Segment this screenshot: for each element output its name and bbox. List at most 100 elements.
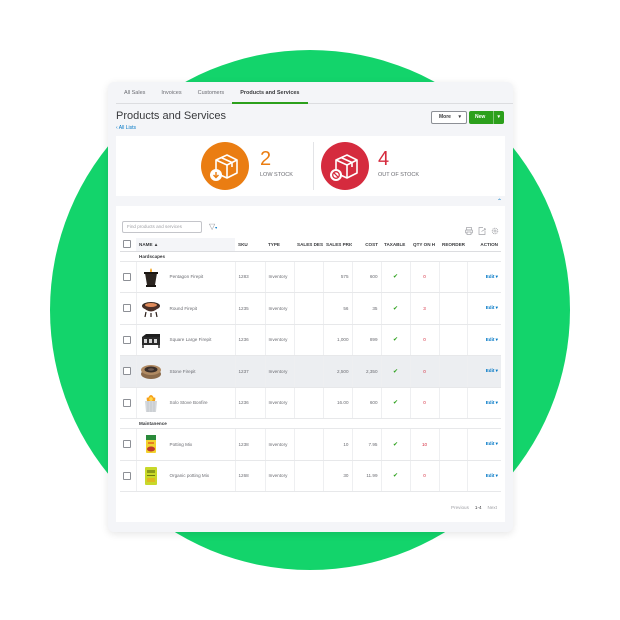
sales-price: 10 [322, 428, 352, 461]
low-stock-count[interactable]: 2 [260, 148, 271, 171]
tab-all-sales[interactable]: All Sales [116, 82, 153, 103]
next-page-link[interactable]: Next [488, 505, 497, 510]
checkmark-icon: ✔ [392, 400, 399, 407]
reorder-point [438, 428, 467, 461]
sku: 1236 [234, 324, 265, 356]
settings-gear-icon[interactable] [491, 222, 499, 235]
sales-price: 2,500 [322, 355, 352, 388]
qty-on-hand: 0 [423, 473, 426, 479]
table-header: NAME ▲ SKU TYPE SALES DES SALES PRIC COS… [120, 238, 501, 252]
search-input[interactable]: Find products and services [122, 221, 202, 233]
caret-down-icon: ▾ [458, 114, 461, 120]
sales-price: 30 [322, 460, 352, 492]
table-row[interactable]: Pentagon Firepit 1283 Inventory 575 600 … [120, 261, 501, 293]
reorder-point [438, 460, 467, 492]
product-name[interactable]: Square Large Firepit [170, 337, 212, 342]
product-name[interactable]: Solo Stove Bonfire [170, 400, 208, 405]
col-taxable[interactable]: TAXABLE [381, 238, 410, 252]
col-name[interactable]: NAME ▲ [136, 238, 235, 252]
edit-dropdown-button[interactable]: Edit ▾ [486, 400, 498, 405]
col-sales-desc[interactable]: SALES DES [294, 238, 323, 252]
product-name[interactable]: Stone Firepit [170, 369, 196, 374]
row-checkbox[interactable] [120, 387, 136, 419]
previous-page-link[interactable]: Previous [451, 505, 469, 510]
col-qty-on-hand[interactable]: QTY ON H [410, 238, 439, 252]
new-button[interactable]: New ▾ [469, 111, 504, 124]
product-name[interactable]: Round Firepit [170, 306, 198, 311]
row-checkbox[interactable] [120, 324, 136, 356]
reorder-point [438, 261, 467, 293]
row-checkbox[interactable] [120, 460, 136, 492]
edit-dropdown-button[interactable]: Edit ▾ [486, 473, 498, 478]
out-of-stock-label: OUT OF STOCK [378, 172, 420, 178]
type: Inventory [264, 460, 294, 492]
tab-invoices[interactable]: Invoices [153, 82, 189, 103]
row-checkbox[interactable] [120, 261, 136, 293]
edit-dropdown-button[interactable]: Edit ▾ [486, 368, 498, 373]
group-row: Maintanence [120, 418, 501, 429]
print-icon[interactable] [465, 222, 473, 235]
table-row[interactable]: Round Firepit 1235 Inventory 56 35 ✔ 3 E… [120, 292, 501, 325]
select-all-checkbox[interactable] [120, 238, 136, 252]
edit-dropdown-button[interactable]: Edit ▾ [486, 441, 498, 446]
pagination: Previous 1-4 Next [451, 505, 497, 510]
table-row[interactable]: Organic potting Mix 1268 Inventory 30 11… [120, 460, 501, 492]
table-row[interactable]: Stone Firepit 1237 Inventory 2,500 2,350… [120, 355, 501, 388]
col-type[interactable]: TYPE [265, 238, 294, 252]
reorder-point [438, 387, 467, 419]
stock-summary: 2 LOW STOCK 4 OUT OF STOCK [116, 136, 505, 196]
col-sku[interactable]: SKU [235, 238, 265, 252]
type: Inventory [264, 261, 294, 293]
collapse-caret-icon[interactable]: ⌃ [497, 198, 502, 205]
table-row[interactable]: Square Large Firepit 1236 Inventory 1,00… [120, 324, 501, 356]
sales-description [293, 324, 323, 356]
col-reorder[interactable]: REORDER [439, 238, 467, 252]
qty-on-hand: 3 [423, 305, 426, 311]
qty-on-hand: 0 [423, 368, 426, 374]
tab-customers[interactable]: Customers [190, 82, 233, 103]
col-sales-price[interactable]: SALES PRIC [323, 238, 352, 252]
col-action: ACTION [467, 238, 501, 252]
col-cost[interactable]: COST [352, 238, 381, 252]
cost: 600 [351, 387, 381, 419]
sales-price: 1,000 [322, 324, 352, 356]
page-title: Products and Services [116, 110, 227, 122]
cost: 899 [351, 324, 381, 356]
sku: 1268 [234, 460, 265, 492]
row-checkbox[interactable] [120, 292, 136, 325]
box-arrow-down-icon[interactable] [201, 142, 249, 190]
products-table-panel: Find products and services ▽▾ NAME ▲ SKU… [116, 206, 505, 522]
checkmark-icon: ✔ [392, 337, 399, 344]
app-window: All Sales Invoices Customers Products an… [108, 82, 513, 532]
product-name[interactable]: Organic potting Mix [170, 473, 210, 478]
product-name[interactable]: Pentagon Firepit [170, 274, 204, 279]
row-checkbox[interactable] [120, 428, 136, 461]
edit-dropdown-button[interactable]: Edit ▾ [486, 337, 498, 342]
sales-description [293, 428, 323, 461]
more-button[interactable]: More ▾ [431, 111, 467, 124]
filter-button[interactable]: ▽▾ [209, 221, 217, 234]
edit-dropdown-button[interactable]: Edit ▾ [486, 274, 498, 279]
out-of-stock-count[interactable]: 4 [378, 148, 389, 171]
cost: 2,350 [351, 355, 381, 388]
square-firepit-image [140, 329, 162, 351]
group-label: Hardscapes [136, 251, 501, 262]
all-lists-link[interactable]: ‹ All Lists [116, 125, 136, 131]
group-label: Maintanence [136, 418, 501, 429]
type: Inventory [264, 428, 294, 461]
export-icon[interactable] [478, 222, 486, 235]
caret-down-icon: ▾ [215, 225, 218, 230]
edit-dropdown-button[interactable]: Edit ▾ [486, 305, 498, 310]
cost: 7.95 [351, 428, 381, 461]
reorder-point [438, 292, 467, 325]
row-checkbox[interactable] [120, 355, 136, 388]
round-firepit-image [140, 297, 162, 319]
box-blocked-icon[interactable] [321, 142, 369, 190]
table-row[interactable]: Potting Mix 1238 Inventory 10 7.95 ✔ 10 … [120, 428, 501, 461]
table-row[interactable]: Solo Stove Bonfire 1236 Inventory 16.00 … [120, 387, 501, 419]
tab-products-and-services[interactable]: Products and Services [232, 82, 308, 104]
type: Inventory [264, 355, 294, 388]
product-name[interactable]: Potting Mix [170, 442, 193, 447]
divider [313, 142, 314, 190]
organic-potting-mix-image [140, 465, 162, 487]
